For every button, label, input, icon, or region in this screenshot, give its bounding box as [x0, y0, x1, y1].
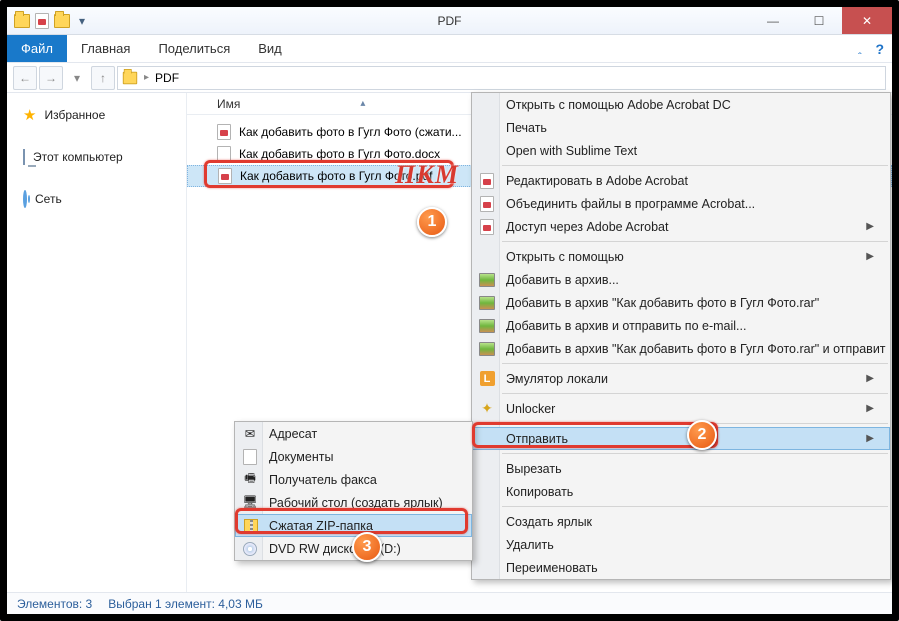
mail-icon: ✉ [241, 425, 259, 443]
sendto-zip[interactable]: Сжатая ZIP-папка [235, 514, 472, 537]
ctx-open-sublime[interactable]: Open with Sublime Text [472, 139, 890, 162]
sidebar-network[interactable]: Сеть [7, 187, 186, 211]
submenu-arrow-icon: ▶ [846, 403, 874, 414]
ctx-cut[interactable]: Вырезать [472, 457, 890, 480]
tab-home[interactable]: Главная [67, 35, 144, 62]
ctx-add-email[interactable]: Добавить в архив и отправить по e-mail..… [472, 314, 890, 337]
ctx-copy[interactable]: Копировать [472, 480, 890, 503]
ctx-unlocker[interactable]: ✦Unlocker▶ [472, 397, 890, 420]
address-bar: ← → ▾ ↑ ▸ PDF [7, 63, 892, 93]
titlebar: ▾ PDF — ☐ ✕ [7, 7, 892, 35]
maximize-button[interactable]: ☐ [796, 7, 842, 34]
submenu-arrow-icon: ▶ [846, 221, 874, 232]
acrobat-combine-icon [478, 195, 496, 213]
sidebar-network-label: Сеть [35, 192, 62, 206]
file-tab[interactable]: Файл [7, 35, 67, 62]
folder-icon [13, 12, 31, 30]
locale-emulator-icon: L [478, 370, 496, 388]
fax-icon: 🖷 [241, 471, 259, 489]
ctx-open-adobe[interactable]: Открыть с помощью Adobe Acrobat DC [472, 93, 890, 116]
unlocker-icon: ✦ [478, 400, 496, 418]
pdf-file-icon [217, 124, 231, 140]
breadcrumb-sep: ▸ [144, 72, 149, 83]
docx-file-icon [217, 146, 231, 162]
ctx-edit-acrobat[interactable]: Редактировать в Adobe Acrobat [472, 169, 890, 192]
ctx-send-to[interactable]: Отправить▶ [472, 427, 890, 450]
help-icon[interactable]: ? [875, 41, 884, 57]
winrar-icon [478, 340, 496, 358]
up-button[interactable]: ↑ [91, 66, 115, 90]
breadcrumb-location[interactable]: PDF [155, 71, 179, 85]
acrobat-edit-icon [478, 172, 496, 190]
ctx-open-with[interactable]: Открыть с помощью▶ [472, 245, 890, 268]
navigation-pane: ★ Избранное Этот компьютер Сеть [7, 93, 187, 592]
star-icon: ★ [23, 106, 36, 124]
close-button[interactable]: ✕ [842, 7, 892, 34]
ctx-create-shortcut[interactable]: Создать ярлык [472, 510, 890, 533]
ctx-print[interactable]: Печать [472, 116, 890, 139]
sidebar-this-pc-label: Этот компьютер [33, 150, 123, 164]
winrar-icon [478, 317, 496, 335]
open-folder-icon [53, 12, 71, 30]
back-button[interactable]: ← [13, 66, 37, 90]
winrar-icon [478, 271, 496, 289]
pdf-file-icon [218, 168, 232, 184]
ctx-rename[interactable]: Переименовать [472, 556, 890, 579]
ctx-delete[interactable]: Удалить [472, 533, 890, 556]
ctx-add-rar-email[interactable]: Добавить в архив "Как добавить фото в Гу… [472, 337, 890, 360]
ctx-access-acrobat[interactable]: Доступ через Adobe Acrobat▶ [472, 215, 890, 238]
window-buttons: — ☐ ✕ [750, 7, 892, 34]
breadcrumb[interactable]: ▸ PDF [117, 66, 886, 90]
document-icon [241, 448, 259, 466]
ribbon-collapse-icon[interactable]: ˇ [858, 43, 862, 55]
ctx-locale-emulator[interactable]: LЭмулятор локали▶ [472, 367, 890, 390]
file-name: Как добавить фото в Гугл Фото.pdf [240, 169, 432, 183]
submenu-arrow-icon: ▶ [846, 433, 874, 444]
computer-icon [23, 150, 25, 164]
sort-asc-icon: ▴ [360, 98, 365, 109]
submenu-arrow-icon: ▶ [846, 373, 874, 384]
file-name: Как добавить фото в Гугл Фото.docx [239, 147, 440, 161]
sendto-desktop[interactable]: 🖥Рабочий стол (создать ярлык) [235, 491, 472, 514]
zip-folder-icon [242, 517, 260, 535]
submenu-arrow-icon: ▶ [846, 251, 874, 262]
pdf-icon [33, 12, 51, 30]
context-menu: Открыть с помощью Adobe Acrobat DC Печат… [471, 92, 891, 580]
sendto-submenu: ✉Адресат Документы 🖷Получатель факса 🖥Ра… [234, 421, 473, 561]
network-icon [23, 192, 27, 206]
sidebar-favorites-label: Избранное [44, 108, 105, 122]
quick-access-toolbar: ▾ [7, 12, 91, 30]
tab-view[interactable]: Вид [244, 35, 296, 62]
sendto-recipient[interactable]: ✉Адресат [235, 422, 472, 445]
ctx-add-archive[interactable]: Добавить в архив... [472, 268, 890, 291]
sendto-fax[interactable]: 🖷Получатель факса [235, 468, 472, 491]
winrar-icon [478, 294, 496, 312]
recent-button[interactable]: ▾ [65, 66, 89, 90]
qat-dropdown-icon[interactable]: ▾ [73, 12, 91, 30]
explorer-window: ▾ PDF — ☐ ✕ Файл Главная Поделиться Вид … [0, 0, 899, 621]
status-selection: Выбран 1 элемент: 4,03 МБ [108, 597, 263, 611]
tab-share[interactable]: Поделиться [144, 35, 244, 62]
minimize-button[interactable]: — [750, 7, 796, 34]
status-bar: Элементов: 3 Выбран 1 элемент: 4,03 МБ [7, 592, 892, 614]
status-item-count: Элементов: 3 [17, 597, 92, 611]
sendto-documents[interactable]: Документы [235, 445, 472, 468]
file-name: Как добавить фото в Гугл Фото (сжати... [239, 125, 462, 139]
ribbon: Файл Главная Поделиться Вид ˇ ? [7, 35, 892, 63]
sendto-dvd[interactable]: DVD RW дисковод (D:) [235, 537, 472, 560]
ribbon-right: ˇ ? [858, 35, 884, 62]
breadcrumb-folder-icon [123, 71, 137, 84]
disc-icon [241, 540, 259, 558]
ctx-add-rar[interactable]: Добавить в архив "Как добавить фото в Гу… [472, 291, 890, 314]
sidebar-favorites[interactable]: ★ Избранное [7, 103, 186, 127]
ctx-combine-acrobat[interactable]: Объединить файлы в программе Acrobat... [472, 192, 890, 215]
sidebar-this-pc[interactable]: Этот компьютер [7, 145, 186, 169]
desktop-icon: 🖥 [241, 494, 259, 512]
forward-button[interactable]: → [39, 66, 63, 90]
acrobat-cloud-icon [478, 218, 496, 236]
